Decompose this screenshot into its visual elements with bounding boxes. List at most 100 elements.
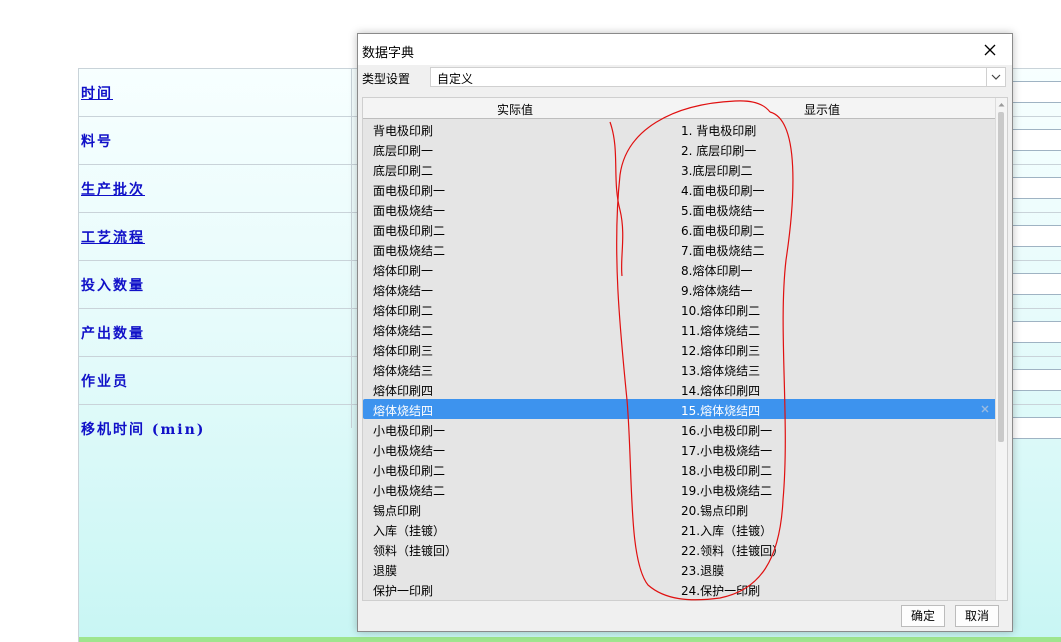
cell-display-value[interactable]: 20.锡点印刷 [681, 502, 748, 519]
cell-display-value[interactable]: 10.熔体印刷二 [681, 302, 760, 319]
cell-actual-value[interactable]: 熔体印刷三 [373, 342, 433, 359]
form-label: 投入数量 [81, 278, 145, 294]
scroll-up-button[interactable] [997, 100, 1006, 109]
type-setting-row: 类型设置 自定义 [358, 67, 1012, 89]
cell-actual-value[interactable]: 入库（挂镀） [373, 522, 445, 539]
cell-actual-value[interactable]: 底层印刷二 [373, 162, 433, 179]
table-row[interactable]: 小电极烧结二 19.小电极烧结二 [363, 479, 997, 499]
cell-actual-value[interactable]: 熔体印刷一 [373, 262, 433, 279]
cell-actual-value[interactable]: 退膜 [373, 562, 397, 579]
cell-actual-value[interactable]: 面电极烧结一 [373, 202, 445, 219]
table-row[interactable]: 领料（挂镀回） 22.领料（挂镀回） [363, 539, 997, 559]
table-row[interactable]: 熔体印刷四 14.熔体印刷四 [363, 379, 997, 399]
cell-display-value[interactable]: 13.熔体烧结三 [681, 362, 760, 379]
table-row[interactable]: 退膜 23.退膜 [363, 559, 997, 579]
close-button[interactable] [968, 34, 1012, 65]
type-setting-label: 类型设置 [362, 72, 411, 86]
cell-actual-value[interactable]: 面电极印刷二 [373, 222, 445, 239]
cell-actual-value[interactable]: 领料（挂镀回） [373, 542, 457, 559]
cell-actual-value[interactable]: 小电极印刷一 [373, 422, 445, 439]
type-setting-select[interactable]: 自定义 [430, 67, 1006, 87]
table-row[interactable]: 小电极印刷二 18.小电极印刷二 [363, 459, 997, 479]
cell-display-value[interactable]: 7.面电极烧结二 [681, 242, 764, 259]
column-header-actual[interactable]: 实际值 [497, 101, 533, 118]
form-label[interactable]: 生产批次 [81, 179, 145, 199]
table-row[interactable]: 熔体烧结二 11.熔体烧结二 [363, 319, 997, 339]
cell-actual-value[interactable]: 小电极印刷二 [373, 462, 445, 479]
cell-display-value[interactable]: 6.面电极印刷二 [681, 222, 764, 239]
cell-actual-value[interactable]: 面电极印刷一 [373, 182, 445, 199]
dictionary-grid: 实际值 显示值 背电极印刷 1. 背电极印刷底层印刷一 2. 底层印刷一底层印刷二 3… [362, 97, 1008, 601]
table-row[interactable]: 面电极烧结一 5.面电极烧结一 [363, 199, 997, 219]
table-row[interactable]: 小电极印刷一 16.小电极印刷一 [363, 419, 997, 439]
cell-display-value[interactable]: 22.领料（挂镀回） [681, 542, 784, 559]
cell-actual-value[interactable]: 面电极烧结二 [373, 242, 445, 259]
table-row[interactable]: 锡点印刷 20.锡点印刷 [363, 499, 997, 519]
chevron-down-icon [991, 74, 1001, 80]
scroll-up-icon [998, 103, 1005, 107]
table-row[interactable]: 面电极烧结二 7.面电极烧结二 [363, 239, 997, 259]
remove-row-icon[interactable] [981, 405, 989, 413]
cell-display-value[interactable]: 21.入库（挂镀） [681, 522, 772, 539]
cell-display-value[interactable]: 23.退膜 [681, 562, 724, 579]
form-bottom-strip [79, 637, 1061, 642]
cell-display-value[interactable]: 2. 底层印刷一 [681, 142, 756, 159]
ok-button[interactable]: 确定 [901, 605, 945, 627]
form-label[interactable]: 工艺流程 [81, 227, 145, 247]
table-row[interactable]: 底层印刷一 2. 底层印刷一 [363, 139, 997, 159]
cell-actual-value[interactable]: 熔体印刷四 [373, 382, 433, 399]
table-row[interactable]: 熔体烧结一 9.熔体烧结一 [363, 279, 997, 299]
data-dictionary-dialog: 数据字典 类型设置 自定义 实际值 显示值 背电极印刷 1. 背电极印刷 底层印刷一… [357, 33, 1013, 632]
cell-actual-value[interactable]: 熔体烧结四 [373, 402, 433, 419]
cell-display-value[interactable]: 8.熔体印刷一 [681, 262, 752, 279]
cell-display-value[interactable]: 11.熔体烧结二 [681, 322, 760, 339]
cell-actual-value[interactable]: 熔体烧结一 [373, 282, 433, 299]
cell-actual-value[interactable]: 保护一印刷 [373, 582, 433, 599]
cell-actual-value[interactable]: 底层印刷一 [373, 142, 433, 159]
cancel-button[interactable]: 取消 [955, 605, 999, 627]
table-row[interactable]: 面电极印刷一 4.面电极印刷一 [363, 179, 997, 199]
form-label: 产出数量 [81, 326, 145, 342]
table-row[interactable]: 底层印刷二 3.底层印刷二 [363, 159, 997, 179]
cell-display-value[interactable]: 17.小电极烧结一 [681, 442, 772, 459]
cell-actual-value[interactable]: 熔体印刷二 [373, 302, 433, 319]
close-icon [984, 44, 996, 55]
dropdown-toggle[interactable] [986, 68, 1005, 86]
type-setting-value: 自定义 [437, 72, 474, 86]
cell-display-value[interactable]: 9.熔体烧结一 [681, 282, 752, 299]
cell-display-value[interactable]: 18.小电极印刷二 [681, 462, 772, 479]
cell-display-value[interactable]: 1. 背电极印刷 [681, 122, 756, 139]
form-label[interactable]: 时间 [81, 83, 113, 103]
dialog-titlebar: 数据字典 [358, 34, 1012, 65]
cell-actual-value[interactable]: 熔体烧结二 [373, 322, 433, 339]
table-row[interactable]: 保护一印刷 24.保护一印刷 [363, 579, 997, 599]
cell-display-value[interactable]: 16.小电极印刷一 [681, 422, 772, 439]
cell-actual-value[interactable]: 背电极印刷 [373, 122, 433, 139]
cell-actual-value[interactable]: 锡点印刷 [373, 502, 421, 519]
table-row[interactable]: 入库（挂镀） 21.入库（挂镀） [363, 519, 997, 539]
table-row[interactable]: 熔体印刷一 8.熔体印刷一 [363, 259, 997, 279]
cell-actual-value[interactable]: 小电极烧结一 [373, 442, 445, 459]
column-header-display[interactable]: 显示值 [804, 101, 840, 118]
table-row[interactable]: 小电极烧结一 17.小电极烧结一 [363, 439, 997, 459]
cell-display-value[interactable]: 15.熔体烧结四 [681, 402, 760, 419]
cell-actual-value[interactable]: 小电极烧结二 [373, 482, 445, 499]
cell-display-value[interactable]: 3.底层印刷二 [681, 162, 752, 179]
table-row[interactable]: 熔体印刷二 10.熔体印刷二 [363, 299, 997, 319]
cell-display-value[interactable]: 4.面电极印刷一 [681, 182, 764, 199]
cell-display-value[interactable]: 19.小电极烧结二 [681, 482, 772, 499]
scrollbar-thumb[interactable] [998, 112, 1004, 442]
grid-rows: 背电极印刷 1. 背电极印刷 底层印刷一 2. 底层印刷一 底层印刷二 3.底层印刷二 面电… [363, 119, 997, 599]
table-row[interactable]: 熔体烧结三 13.熔体烧结三 [363, 359, 997, 379]
vertical-scrollbar[interactable] [995, 98, 1007, 600]
cell-display-value[interactable]: 24.保护一印刷 [681, 582, 760, 599]
cell-display-value[interactable]: 14.熔体印刷四 [681, 382, 760, 399]
table-row[interactable]: 熔体印刷三 12.熔体印刷三 [363, 339, 997, 359]
table-row[interactable]: 熔体烧结四 15.熔体烧结四 [363, 399, 997, 419]
cell-actual-value[interactable]: 熔体烧结三 [373, 362, 433, 379]
cell-display-value[interactable]: 12.熔体印刷三 [681, 342, 760, 359]
dialog-title: 数据字典 [362, 46, 415, 61]
cell-display-value[interactable]: 5.面电极烧结一 [681, 202, 764, 219]
table-row[interactable]: 背电极印刷 1. 背电极印刷 [363, 119, 997, 139]
table-row[interactable]: 面电极印刷二 6.面电极印刷二 [363, 219, 997, 239]
